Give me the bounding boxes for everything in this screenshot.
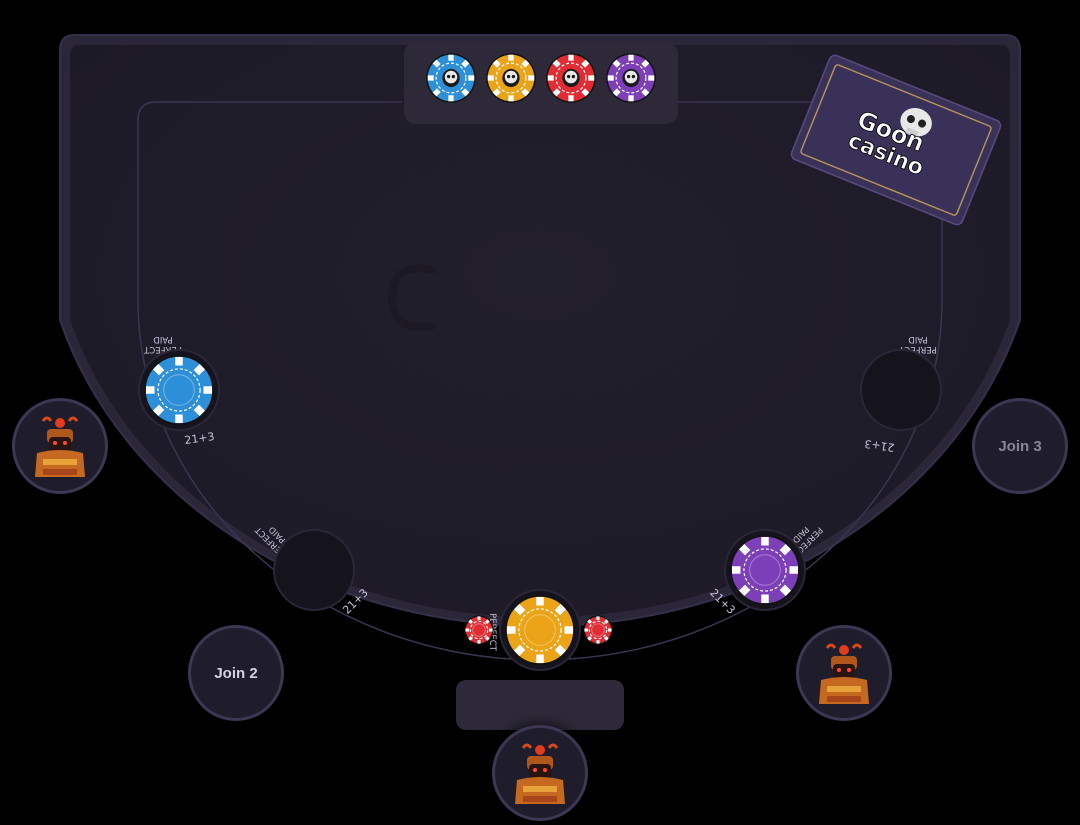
join-seat-label: Join 2 xyxy=(214,664,258,682)
tray-chip[interactable] xyxy=(486,53,536,103)
seat-center[interactable] xyxy=(492,725,588,821)
placed-chip-blue[interactable] xyxy=(144,355,214,425)
paid-label: PAID xyxy=(908,334,928,344)
bet-spot-right-top[interactable] xyxy=(860,349,942,431)
placed-chip-orange[interactable] xyxy=(505,595,575,665)
seat-left-bottom[interactable]: Join 2 xyxy=(188,625,284,721)
blackjack-table-stage: Goon casino PERFECT PAID 21+3 PERFECT PA… xyxy=(0,0,1080,825)
dealer-slot xyxy=(456,680,624,730)
seat-right-bottom[interactable] xyxy=(796,625,892,721)
tray-chip[interactable] xyxy=(426,53,476,103)
seat-right-top[interactable]: Join 3 xyxy=(972,398,1068,494)
bet-spot-left-bottom[interactable] xyxy=(273,529,355,611)
blackjack-table: Goon casino PERFECT PAID 21+3 PERFECT PA… xyxy=(59,34,1021,730)
join-seat-label: Join 3 xyxy=(998,437,1042,455)
seat-left-top[interactable] xyxy=(12,398,108,494)
skull-icon xyxy=(442,68,460,88)
samurai-avatar-icon xyxy=(35,416,85,477)
tray-chip[interactable] xyxy=(546,53,596,103)
samurai-avatar-icon xyxy=(819,643,869,704)
samurai-avatar-icon xyxy=(515,743,565,804)
tray-chip[interactable] xyxy=(606,53,656,103)
skull-icon xyxy=(622,68,640,88)
placed-chip-red-left[interactable] xyxy=(464,615,494,645)
player-avatar xyxy=(35,416,85,477)
skull-icon xyxy=(502,68,520,88)
placed-chip-red-right[interactable] xyxy=(583,615,613,645)
player-avatar xyxy=(819,643,869,704)
skull-icon xyxy=(562,68,580,88)
paid-label: PAID xyxy=(153,334,173,344)
player-avatar xyxy=(515,743,565,804)
placed-chip-purple[interactable] xyxy=(730,535,800,605)
